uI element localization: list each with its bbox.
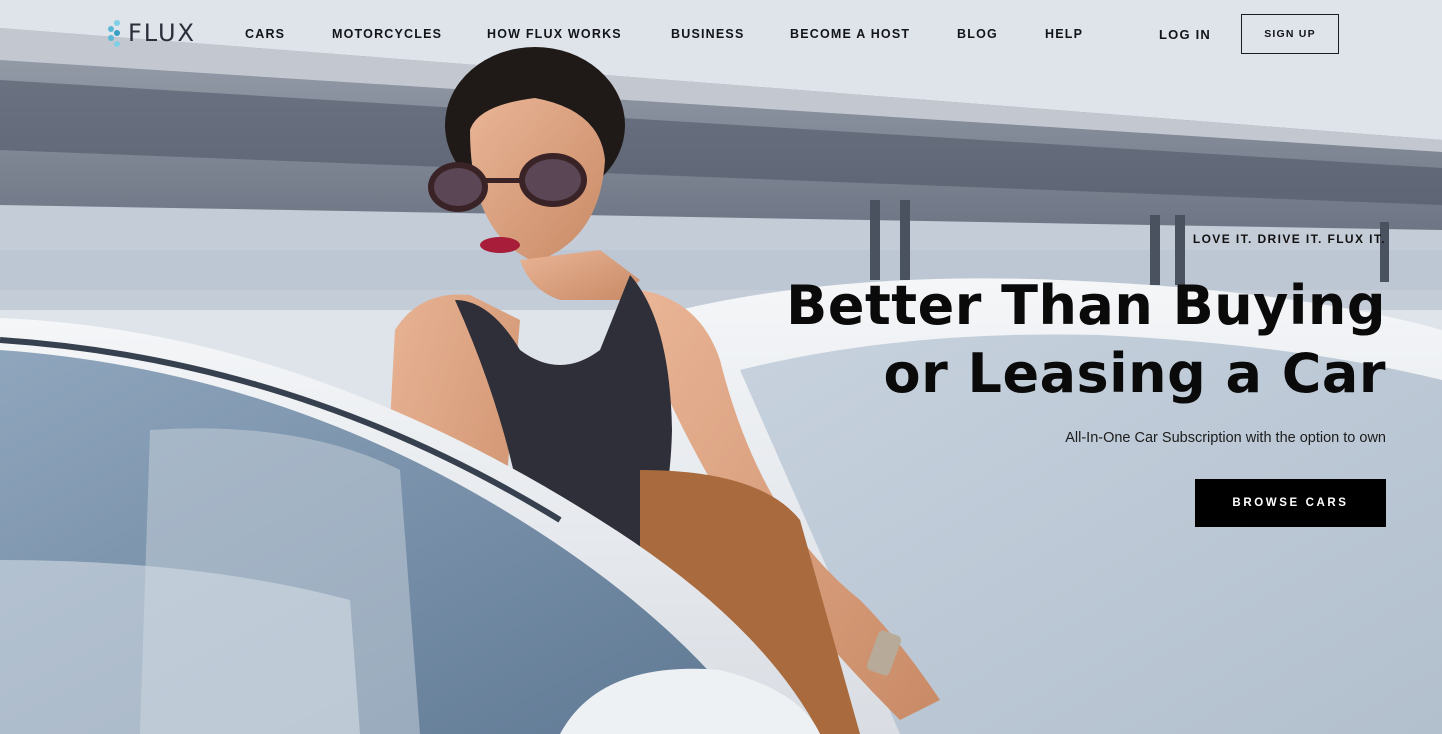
nav-item-blog[interactable]: BLOG — [957, 27, 998, 41]
hero-subheadline: All-In-One Car Subscription with the opt… — [1065, 430, 1386, 446]
hero-headline-line-1: Better Than Buying — [786, 274, 1386, 337]
nav-item-how-flux-works[interactable]: HOW FLUX WORKS — [487, 27, 622, 41]
nav-item-help[interactable]: HELP — [1045, 27, 1083, 41]
nav-item-motorcycles[interactable]: MOTORCYCLES — [332, 27, 442, 41]
login-link[interactable]: LOG IN — [1159, 27, 1211, 42]
hero-headline: Better Than Buying or Leasing a Car — [786, 272, 1386, 408]
brand-name: FLUX — [128, 19, 196, 47]
hero-tagline: LOVE IT. DRIVE IT. FLUX IT. — [1192, 232, 1386, 246]
hero-headline-line-2: or Leasing a Car — [883, 342, 1386, 405]
nav-item-cars[interactable]: CARS — [245, 27, 285, 41]
brand-logo[interactable]: FLUX — [104, 17, 196, 49]
nav-item-become-a-host[interactable]: BECOME A HOST — [790, 27, 910, 41]
nav-item-business[interactable]: BUSINESS — [671, 27, 745, 41]
browse-cars-button[interactable]: BROWSE CARS — [1195, 479, 1386, 527]
flux-dots-icon — [104, 18, 124, 48]
signup-button[interactable]: SIGN UP — [1241, 14, 1339, 54]
